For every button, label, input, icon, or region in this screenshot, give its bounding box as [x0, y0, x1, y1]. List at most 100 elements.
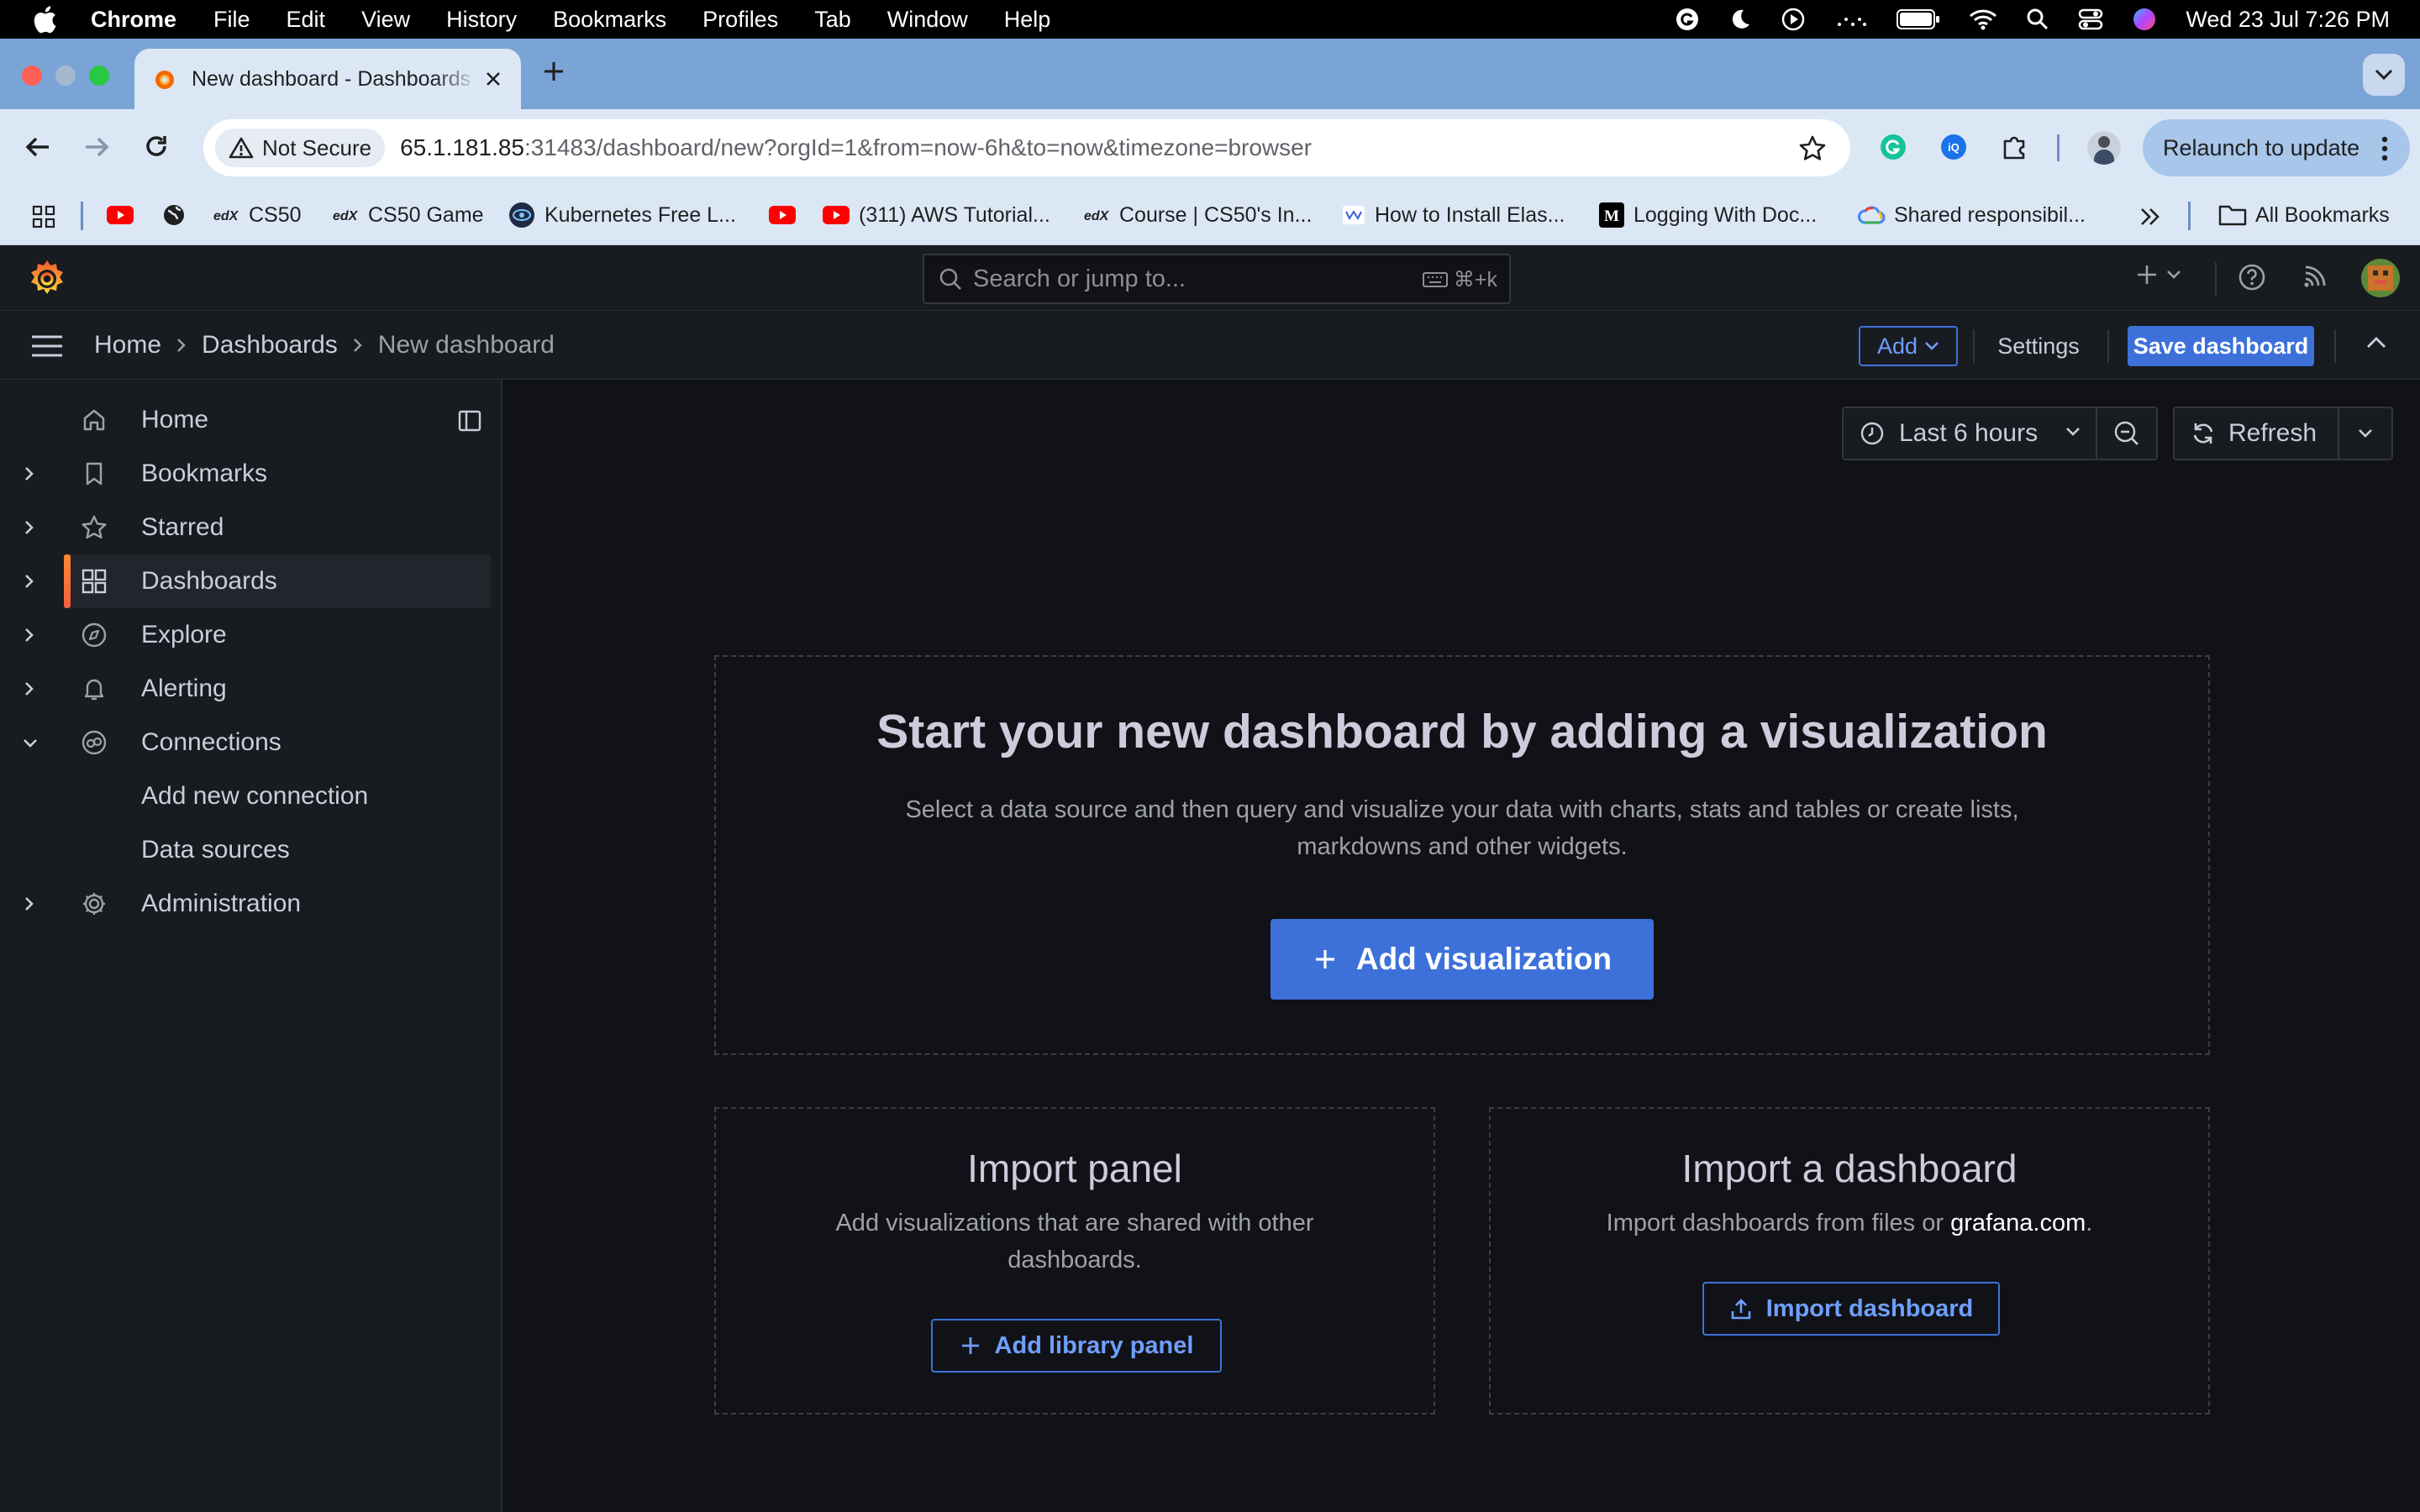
bookmark-item[interactable] [768, 198, 797, 232]
breadcrumb-dashboards[interactable]: Dashboards [202, 331, 338, 360]
chevron-up-icon[interactable] [2366, 336, 2386, 349]
time-range-picker[interactable]: Last 6 hours [1842, 407, 2097, 460]
import-dashboard-text-after: . [2086, 1210, 2093, 1236]
all-bookmarks-button[interactable]: All Bookmarks [2218, 198, 2390, 232]
chevron-right-icon[interactable] [24, 895, 35, 912]
menu-history[interactable]: History [446, 7, 517, 33]
add-library-panel-button[interactable]: Add library panel [931, 1319, 1222, 1373]
settings-button[interactable]: Settings [1985, 326, 2092, 366]
menu-profiles[interactable]: Profiles [702, 7, 778, 33]
search-input[interactable]: Search or jump to... ⌘+k [923, 254, 1511, 304]
save-dashboard-button[interactable]: Save dashboard [2128, 326, 2314, 366]
sidebar-item-starred[interactable]: Starred [0, 501, 491, 554]
chevron-right-icon[interactable] [24, 627, 35, 643]
chevron-right-icon[interactable] [24, 573, 35, 590]
menu-file[interactable]: File [213, 7, 250, 33]
grafana-logo-icon[interactable] [27, 257, 67, 299]
user-avatar[interactable] [2361, 259, 2400, 297]
menu-app-name[interactable]: Chrome [91, 7, 176, 33]
address-bar[interactable]: Not Secure 65.1.181.85:31483/dashboard/n… [203, 119, 1850, 176]
sidebar-item-explore[interactable]: Explore [0, 608, 491, 662]
news-feed-icon[interactable] [2301, 262, 2329, 291]
sidebar-subitem-data-sources[interactable]: Data sources [141, 823, 290, 877]
grammarly-status-icon[interactable] [1675, 7, 1700, 32]
control-center-icon[interactable] [2078, 8, 2103, 31]
close-tab-icon[interactable] [484, 70, 502, 88]
bookmark-star-icon[interactable] [1798, 134, 1827, 163]
battery-icon[interactable] [1897, 8, 1940, 30]
apps-grid-icon[interactable] [32, 205, 55, 228]
reload-icon[interactable] [143, 133, 170, 160]
menu-help[interactable]: Help [1004, 7, 1051, 33]
browser-tab-active[interactable]: New dashboard - Dashboards - Grafana [134, 49, 521, 109]
dots-status-icon[interactable] [1834, 9, 1868, 29]
sidebar-item-home[interactable]: Home [0, 393, 491, 447]
bookmark-item[interactable]: M Logging With Doc... [1598, 198, 1817, 232]
extension-badge-icon[interactable]: iQ [1939, 133, 1968, 161]
import-dashboard-button[interactable]: Import dashboard [1702, 1282, 2000, 1336]
bookmark-item[interactable]: (311) AWS Tutorial... [822, 198, 1050, 232]
all-bookmarks-label: All Bookmarks [2255, 202, 2390, 227]
sidebar-item-bookmarks[interactable]: Bookmarks [0, 447, 491, 501]
add-button-label: Add [1876, 333, 1918, 359]
bookmark-item[interactable]: edX Course | CS50's In... [1082, 198, 1312, 232]
add-visualization-button[interactable]: Add visualization [1270, 919, 1654, 1000]
window-zoom-button[interactable] [89, 66, 109, 86]
siri-icon[interactable] [2132, 7, 2157, 32]
sidebar-item-connections[interactable]: Connections [0, 716, 491, 769]
menu-hamburger-icon[interactable] [30, 334, 64, 358]
security-chip[interactable]: Not Secure [215, 129, 386, 167]
sidebar-subitem-add-new-connection[interactable]: Add new connection [141, 769, 368, 823]
chevron-down-icon[interactable] [22, 738, 39, 749]
menu-bookmarks[interactable]: Bookmarks [553, 7, 666, 33]
sidebar-item-dashboards[interactable]: Dashboards [25, 554, 491, 608]
window-minimize-button[interactable] [55, 66, 76, 86]
relaunch-to-update-button[interactable]: Relaunch to update [2143, 119, 2410, 176]
spotlight-search-icon[interactable] [2026, 8, 2049, 31]
bookmark-item[interactable]: How to Install Elas... [1341, 198, 1565, 232]
bookmark-item[interactable]: edX CS50 [212, 198, 302, 232]
breadcrumb-home[interactable]: Home [94, 331, 161, 360]
add-button[interactable]: Add [1859, 326, 1958, 366]
menu-view[interactable]: View [361, 7, 410, 33]
wifi-icon[interactable] [1969, 8, 1997, 30]
chevron-right-icon[interactable] [24, 465, 35, 482]
bookmark-label: Shared responsibil... [1894, 202, 2086, 227]
grammarly-extension-icon[interactable] [1879, 133, 1907, 161]
window-close-button[interactable] [22, 66, 42, 86]
menu-edit[interactable]: Edit [287, 7, 326, 33]
chevron-double-right-icon[interactable] [2139, 207, 2161, 227]
apple-icon[interactable] [32, 5, 57, 34]
youtube-icon [823, 206, 850, 224]
moon-icon[interactable] [1728, 8, 1752, 31]
search-shortcut-text: ⌘+k [1453, 268, 1497, 291]
chevron-right-icon[interactable] [24, 519, 35, 536]
bookmark-item[interactable]: edX CS50 Game [331, 198, 484, 232]
grafana-com-link[interactable]: grafana.com [1950, 1210, 2086, 1236]
help-icon[interactable] [2237, 262, 2267, 292]
bookmark-item[interactable]: Kubernetes Free L... [508, 198, 736, 232]
import-dashboard-button-label: Import dashboard [1765, 1294, 1974, 1322]
bookmark-item[interactable]: Shared responsibil... [1857, 198, 2086, 232]
sidebar-item-alerting[interactable]: Alerting [0, 662, 491, 716]
url-text[interactable]: 65.1.181.85:31483/dashboard/new?orgId=1&… [400, 134, 1312, 161]
new-tab-icon[interactable] [541, 59, 566, 84]
sidebar-item-administration[interactable]: Administration [0, 877, 491, 931]
back-arrow-icon[interactable] [24, 134, 52, 160]
profile-avatar[interactable] [2087, 131, 2121, 165]
refresh-interval-dropdown[interactable] [2338, 407, 2393, 460]
play-circle-icon[interactable] [1781, 7, 1806, 32]
menu-tab[interactable]: Tab [814, 7, 851, 33]
menubar-clock[interactable]: Wed 23 Jul 7:26 PM [2186, 7, 2390, 33]
tab-search-button[interactable] [2363, 54, 2405, 96]
forward-arrow-icon[interactable] [82, 134, 111, 160]
plus-icon [1315, 950, 1334, 969]
chevron-right-icon[interactable] [24, 680, 35, 697]
bookmark-item[interactable] [161, 198, 187, 232]
zoom-out-button[interactable] [2096, 407, 2158, 460]
puzzle-extensions-icon[interactable] [2000, 133, 2028, 161]
bookmark-item[interactable] [106, 198, 134, 232]
menu-window[interactable]: Window [887, 7, 968, 33]
new-menu-button[interactable] [2134, 262, 2181, 287]
refresh-button[interactable]: Refresh [2173, 407, 2339, 460]
